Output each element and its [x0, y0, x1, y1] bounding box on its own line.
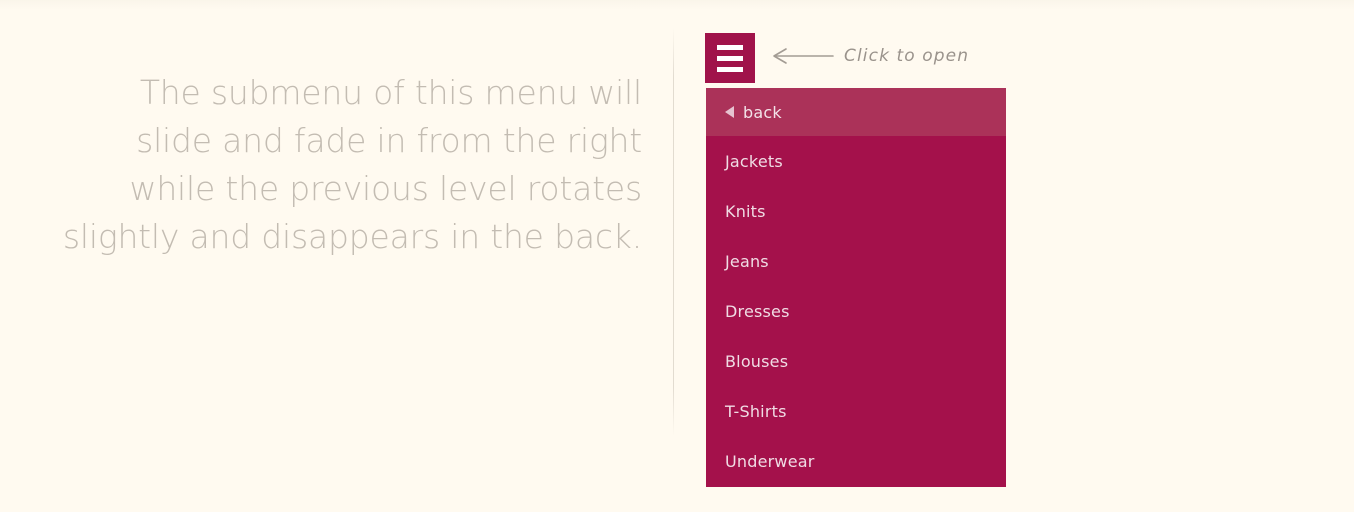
- menu-item-label: Jeans: [725, 251, 769, 271]
- vertical-divider: [673, 28, 674, 436]
- menu-item-label: Dresses: [725, 301, 790, 321]
- arrow-left-icon: [773, 48, 834, 64]
- menu-item-knits[interactable]: Knits: [706, 186, 1006, 236]
- triangle-left-icon: [725, 106, 734, 118]
- menu-item-label: Knits: [725, 201, 766, 221]
- hamburger-bar-top: [717, 44, 743, 50]
- click-to-open-annotation: Click to open: [770, 38, 969, 74]
- menu-item-list: Jackets Knits Jeans Dresses Blouses T-Sh…: [706, 136, 1006, 486]
- menu-item-jeans[interactable]: Jeans: [706, 236, 1006, 286]
- menu-item-label: Blouses: [725, 351, 789, 371]
- intro-description: The submenu of this menu will slide and …: [62, 73, 642, 256]
- click-to-open-label: Click to open: [844, 46, 970, 66]
- push-menu-panel: back Jackets Knits Jeans Dresses Blouses…: [706, 88, 1006, 487]
- menu-item-t-shirts[interactable]: T-Shirts: [706, 386, 1006, 436]
- menu-item-label: Jackets: [725, 151, 783, 171]
- hamburger-menu-button[interactable]: [705, 33, 755, 83]
- menu-back-label: back: [743, 102, 782, 122]
- menu-item-dresses[interactable]: Dresses: [706, 286, 1006, 336]
- menu-item-label: T-Shirts: [725, 401, 787, 421]
- hamburger-bar-middle: [717, 55, 743, 61]
- menu-item-jackets[interactable]: Jackets: [706, 136, 1006, 186]
- menu-item-blouses[interactable]: Blouses: [706, 336, 1006, 386]
- menu-back-button[interactable]: back: [706, 88, 1006, 136]
- hamburger-bar-bottom: [717, 66, 743, 72]
- menu-item-underwear[interactable]: Underwear: [706, 436, 1006, 486]
- menu-item-label: Underwear: [725, 451, 815, 471]
- demo-stage: The submenu of this menu will slide and …: [0, 0, 1354, 512]
